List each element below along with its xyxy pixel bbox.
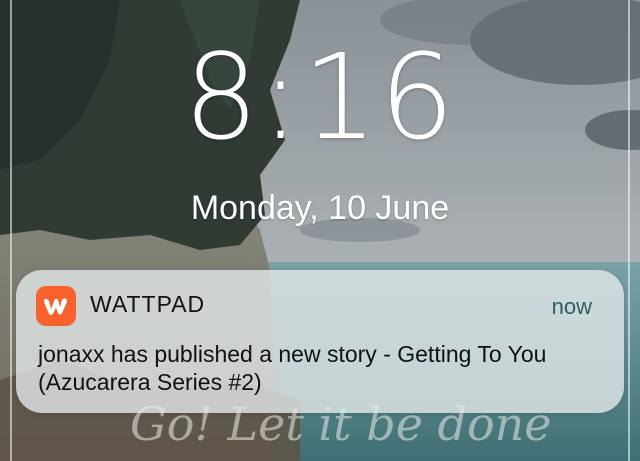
- clock-time: 8:16: [183, 28, 457, 166]
- clock-date: Monday, 10 June: [190, 189, 450, 227]
- wattpad-w-icon: [36, 286, 76, 326]
- notification-card[interactable]: WATTPAD now jonaxx has published a new s…: [16, 270, 624, 413]
- notification-app-name: WATTPAD: [90, 291, 206, 317]
- notification-header: WATTPAD now: [16, 270, 624, 340]
- notification-message: jonaxx has published a new story - Getti…: [38, 341, 547, 395]
- notification-time: now: [551, 294, 592, 319]
